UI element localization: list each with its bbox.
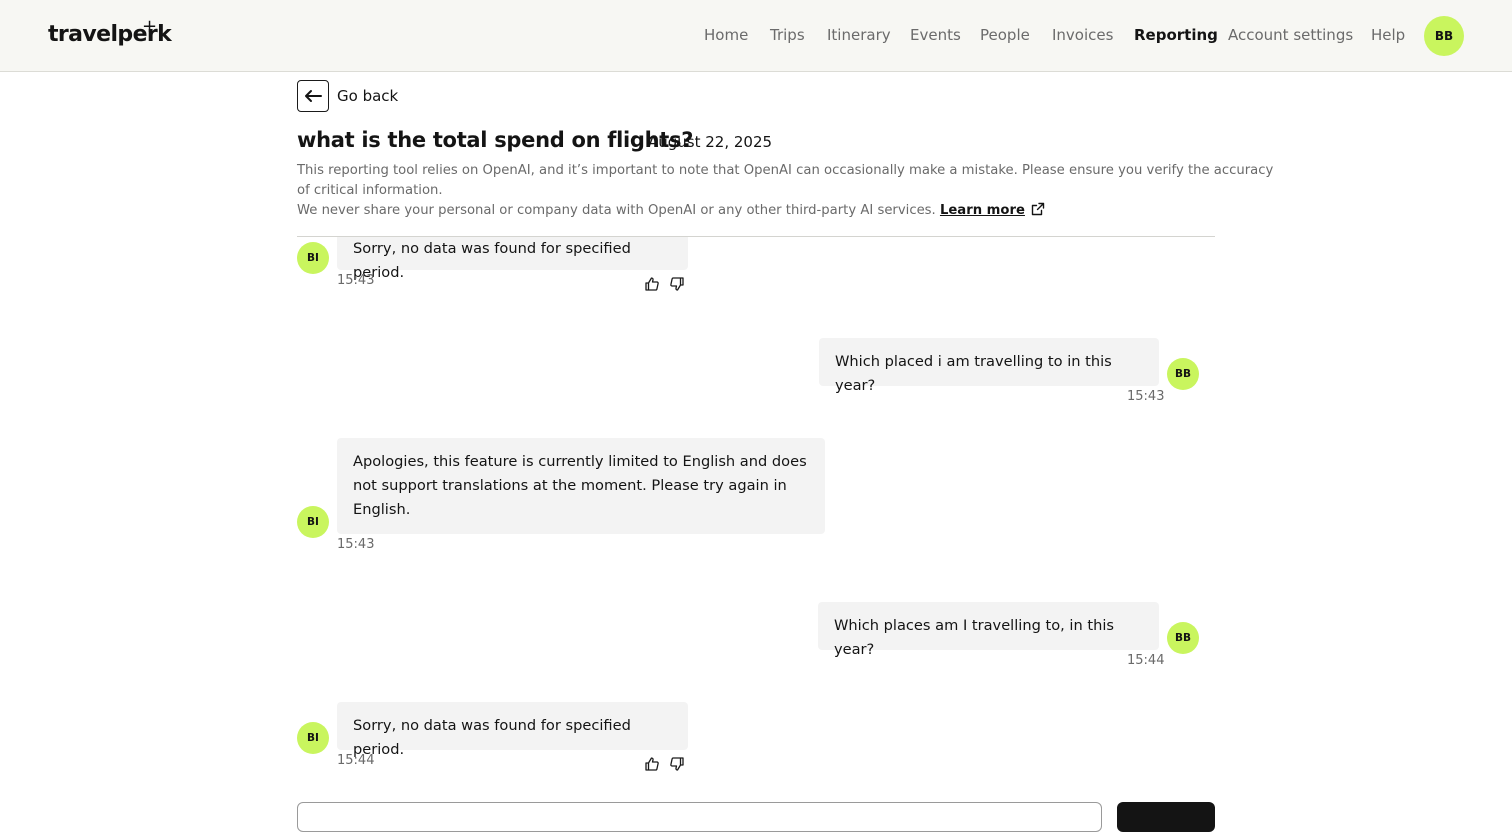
message-text: Sorry, no data was found for specified p… bbox=[353, 717, 631, 758]
message-line: Apologies, this feature is currently lim… bbox=[353, 453, 807, 470]
send-button[interactable] bbox=[1117, 802, 1215, 832]
conversation-date: August 22, 2025 bbox=[648, 133, 773, 151]
message-input[interactable] bbox=[297, 802, 1102, 832]
nav-people[interactable]: People bbox=[980, 26, 1030, 44]
external-link-icon[interactable] bbox=[1031, 202, 1045, 216]
chat-thread[interactable]: Sorry, no data was found for specified p… bbox=[0, 237, 1512, 802]
privacy-note: We never share your personal or company … bbox=[297, 203, 936, 218]
disclaimer-line-1: This reporting tool relies on OpenAI, an… bbox=[297, 163, 1274, 178]
message-timestamp: 15:44 bbox=[337, 753, 375, 768]
arrow-left-icon bbox=[305, 90, 322, 102]
nav-events[interactable]: Events bbox=[910, 26, 961, 44]
nav-reporting[interactable]: Reporting bbox=[1134, 26, 1218, 44]
nav-trips[interactable]: Trips bbox=[770, 26, 805, 44]
go-back-label[interactable]: Go back bbox=[337, 87, 398, 105]
page-title: what is the total spend on flights? bbox=[297, 128, 694, 152]
bot-message-bubble: Sorry, no data was found for specified p… bbox=[337, 702, 688, 758]
message-line: not support translations at the moment. … bbox=[353, 477, 787, 494]
thumbs-up-icon[interactable] bbox=[644, 756, 660, 772]
disclaimer-line-3: We never share your personal or company … bbox=[297, 201, 1215, 221]
bot-avatar: BI bbox=[297, 242, 329, 274]
nav-invoices[interactable]: Invoices bbox=[1052, 26, 1113, 44]
thumbs-down-icon[interactable] bbox=[669, 756, 685, 772]
message-timestamp: 15:44 bbox=[1127, 653, 1165, 668]
user-message-avatar: BB bbox=[1167, 358, 1199, 390]
nav-account-settings[interactable]: Account settings bbox=[1228, 26, 1353, 44]
message-timestamp: 15:43 bbox=[337, 537, 375, 552]
message-line: English. bbox=[353, 501, 411, 518]
message-timestamp: 15:43 bbox=[337, 273, 375, 288]
user-message-bubble: Which placed i am travelling to in this … bbox=[819, 338, 1159, 394]
nav-home[interactable]: Home bbox=[704, 26, 748, 44]
go-back-button[interactable] bbox=[297, 80, 329, 112]
message-text: Which places am I travelling to, in this… bbox=[834, 617, 1114, 658]
logo-plus: + bbox=[142, 16, 158, 37]
thumbs-down-icon[interactable] bbox=[669, 276, 685, 292]
message-text: Which placed i am travelling to in this … bbox=[835, 353, 1112, 394]
thumbs-up-icon[interactable] bbox=[644, 276, 660, 292]
top-navigation: travelperk + Home Trips Itinerary Events… bbox=[0, 0, 1512, 72]
user-message-avatar: BB bbox=[1167, 622, 1199, 654]
nav-itinerary[interactable]: Itinerary bbox=[827, 26, 891, 44]
disclaimer-line-2: of critical information. bbox=[297, 183, 443, 198]
user-message-bubble: Which places am I travelling to, in this… bbox=[818, 602, 1159, 658]
nav-help[interactable]: Help bbox=[1371, 26, 1405, 44]
message-text: Sorry, no data was found for specified p… bbox=[353, 240, 631, 281]
message-timestamp: 15:43 bbox=[1127, 389, 1165, 404]
bot-message-bubble: Sorry, no data was found for specified p… bbox=[337, 237, 688, 281]
bot-message-bubble: Apologies, this feature is currently lim… bbox=[337, 438, 825, 534]
bot-avatar: BI bbox=[297, 506, 329, 538]
ai-disclaimer: This reporting tool relies on OpenAI, an… bbox=[297, 161, 1274, 221]
bot-avatar: BI bbox=[297, 722, 329, 754]
user-avatar[interactable]: BB bbox=[1424, 16, 1464, 56]
learn-more-link[interactable]: Learn more bbox=[940, 203, 1025, 218]
